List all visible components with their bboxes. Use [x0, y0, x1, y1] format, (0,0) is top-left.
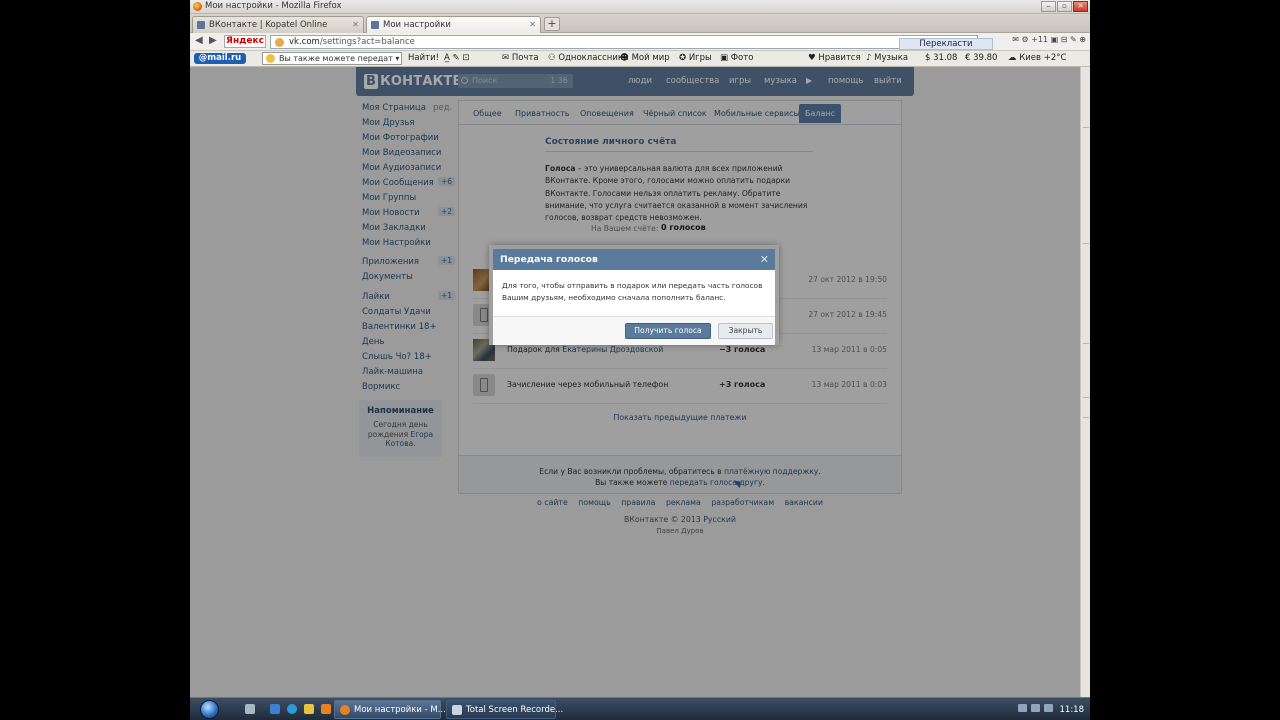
firefox-icon: [193, 2, 202, 11]
browser-window: Мои настройки - Mozilla Firefox ‒ ▫ ✕ ВК…: [190, 0, 1090, 720]
mailru-search-input[interactable]: Вы также можете передат ▾: [262, 52, 402, 65]
navigation-bar: ◀ ▶ Яндекс vk.com/settings?act=balance П…: [190, 33, 1090, 51]
tab-favicon-icon: [371, 21, 379, 29]
transfer-votes-dialog: Передача голосов ✕ Для того, чтобы отпра…: [489, 245, 779, 345]
minimize-button[interactable]: ‒: [1041, 1, 1056, 12]
bookmark-ok[interactable]: ⚇ Одноклассники: [548, 53, 629, 63]
translate-button[interactable]: Перекласти: [899, 38, 993, 50]
window-title: Мои настройки - Mozilla Firefox: [205, 1, 342, 11]
yandex-button[interactable]: Яндекс: [224, 35, 266, 48]
url-bar[interactable]: vk.com/settings?act=balance Перекласти: [270, 35, 993, 50]
tab-kopatel[interactable]: ВКонтакте | Kopatel Online ✕: [192, 16, 364, 33]
back-arrow-icon[interactable]: ◀: [195, 35, 203, 46]
forward-arrow-icon[interactable]: ▶: [209, 35, 217, 46]
toolbar-misc-icons[interactable]: A̲ ✎ ⊡: [444, 53, 469, 63]
url-host: vk.com: [289, 37, 320, 47]
close-dialog-button[interactable]: Закрыть: [718, 323, 773, 339]
media-icon[interactable]: [321, 704, 331, 714]
bookmark-mymir[interactable]: ☻ Мой мир: [620, 53, 670, 63]
dialog-title: Передача голосов: [500, 254, 598, 265]
usd-rate: $ 31.08: [925, 53, 958, 63]
dialog-header: Передача голосов ✕: [493, 249, 775, 270]
system-tray: 11:18: [1017, 704, 1085, 715]
tab-strip: ВКонтакте | Kopatel Online ✕ Мои настрой…: [190, 14, 1090, 33]
close-icon[interactable]: ✕: [760, 249, 769, 270]
bookmark-photo[interactable]: ▣ Фото: [720, 53, 753, 63]
dialog-body: Для того, чтобы отправить в подарок или …: [493, 270, 775, 317]
maximize-button[interactable]: ▫: [1057, 1, 1072, 12]
window-controls: ‒ ▫ ✕: [1041, 1, 1088, 12]
bookmark-mail[interactable]: ✉ Почта: [502, 53, 539, 63]
tab-close-icon[interactable]: ✕: [352, 20, 359, 29]
clock: 11:18: [1059, 705, 1085, 715]
tray-icon[interactable]: [1030, 704, 1040, 712]
close-window-button[interactable]: ✕: [1073, 1, 1088, 12]
get-votes-button[interactable]: Получить голоса: [625, 323, 711, 339]
mailru-logo[interactable]: @mail.ru: [194, 53, 246, 64]
find-button[interactable]: Найти!: [408, 53, 439, 63]
start-button[interactable]: [200, 700, 219, 719]
explorer-icon[interactable]: [270, 704, 280, 714]
tab-favicon-icon: [197, 21, 205, 29]
modal-overlay[interactable]: [190, 67, 1090, 697]
music-button[interactable]: ♪ Музыка: [866, 53, 908, 63]
taskbar-firefox[interactable]: Мои настройки - M...: [334, 700, 446, 719]
ie-icon[interactable]: [287, 704, 297, 714]
like-button[interactable]: ♥ Нравится: [808, 53, 861, 63]
tab-close-icon[interactable]: ✕: [529, 20, 536, 29]
vertical-scrollbar[interactable]: [1080, 67, 1090, 697]
site-favicon-icon: [275, 38, 284, 47]
dialog-footer: Получить голоса Закрыть: [493, 317, 775, 345]
toolbar-icons[interactable]: ✉ ⚙ +11 ▣ ⊟ ✎ ⊕: [1012, 35, 1086, 44]
taskbar-recorder[interactable]: Total Screen Recorde...: [446, 700, 563, 719]
bookmarks-toolbar: @mail.ru Вы также можете передат ▾ Найти…: [190, 51, 1090, 67]
bookmark-games[interactable]: ✪ Игры: [679, 53, 712, 63]
title-bar: Мои настройки - Mozilla Firefox ‒ ▫ ✕: [190, 0, 1090, 14]
tab-settings[interactable]: Мои настройки ✕: [366, 16, 541, 33]
weather: ☁ Киев +2°C: [1008, 53, 1067, 63]
quicklaunch-icon[interactable]: [245, 704, 255, 714]
tray-icon[interactable]: [1017, 704, 1027, 712]
eur-rate: € 39.80: [965, 53, 998, 63]
tray-icon[interactable]: [1043, 704, 1053, 712]
folder-icon[interactable]: [304, 704, 314, 714]
new-tab-button[interactable]: +: [544, 17, 560, 31]
url-path: /settings?act=balance: [319, 37, 415, 47]
windows-taskbar: Мои настройки - M... Total Screen Record…: [190, 697, 1090, 720]
search-icon: [266, 54, 275, 63]
